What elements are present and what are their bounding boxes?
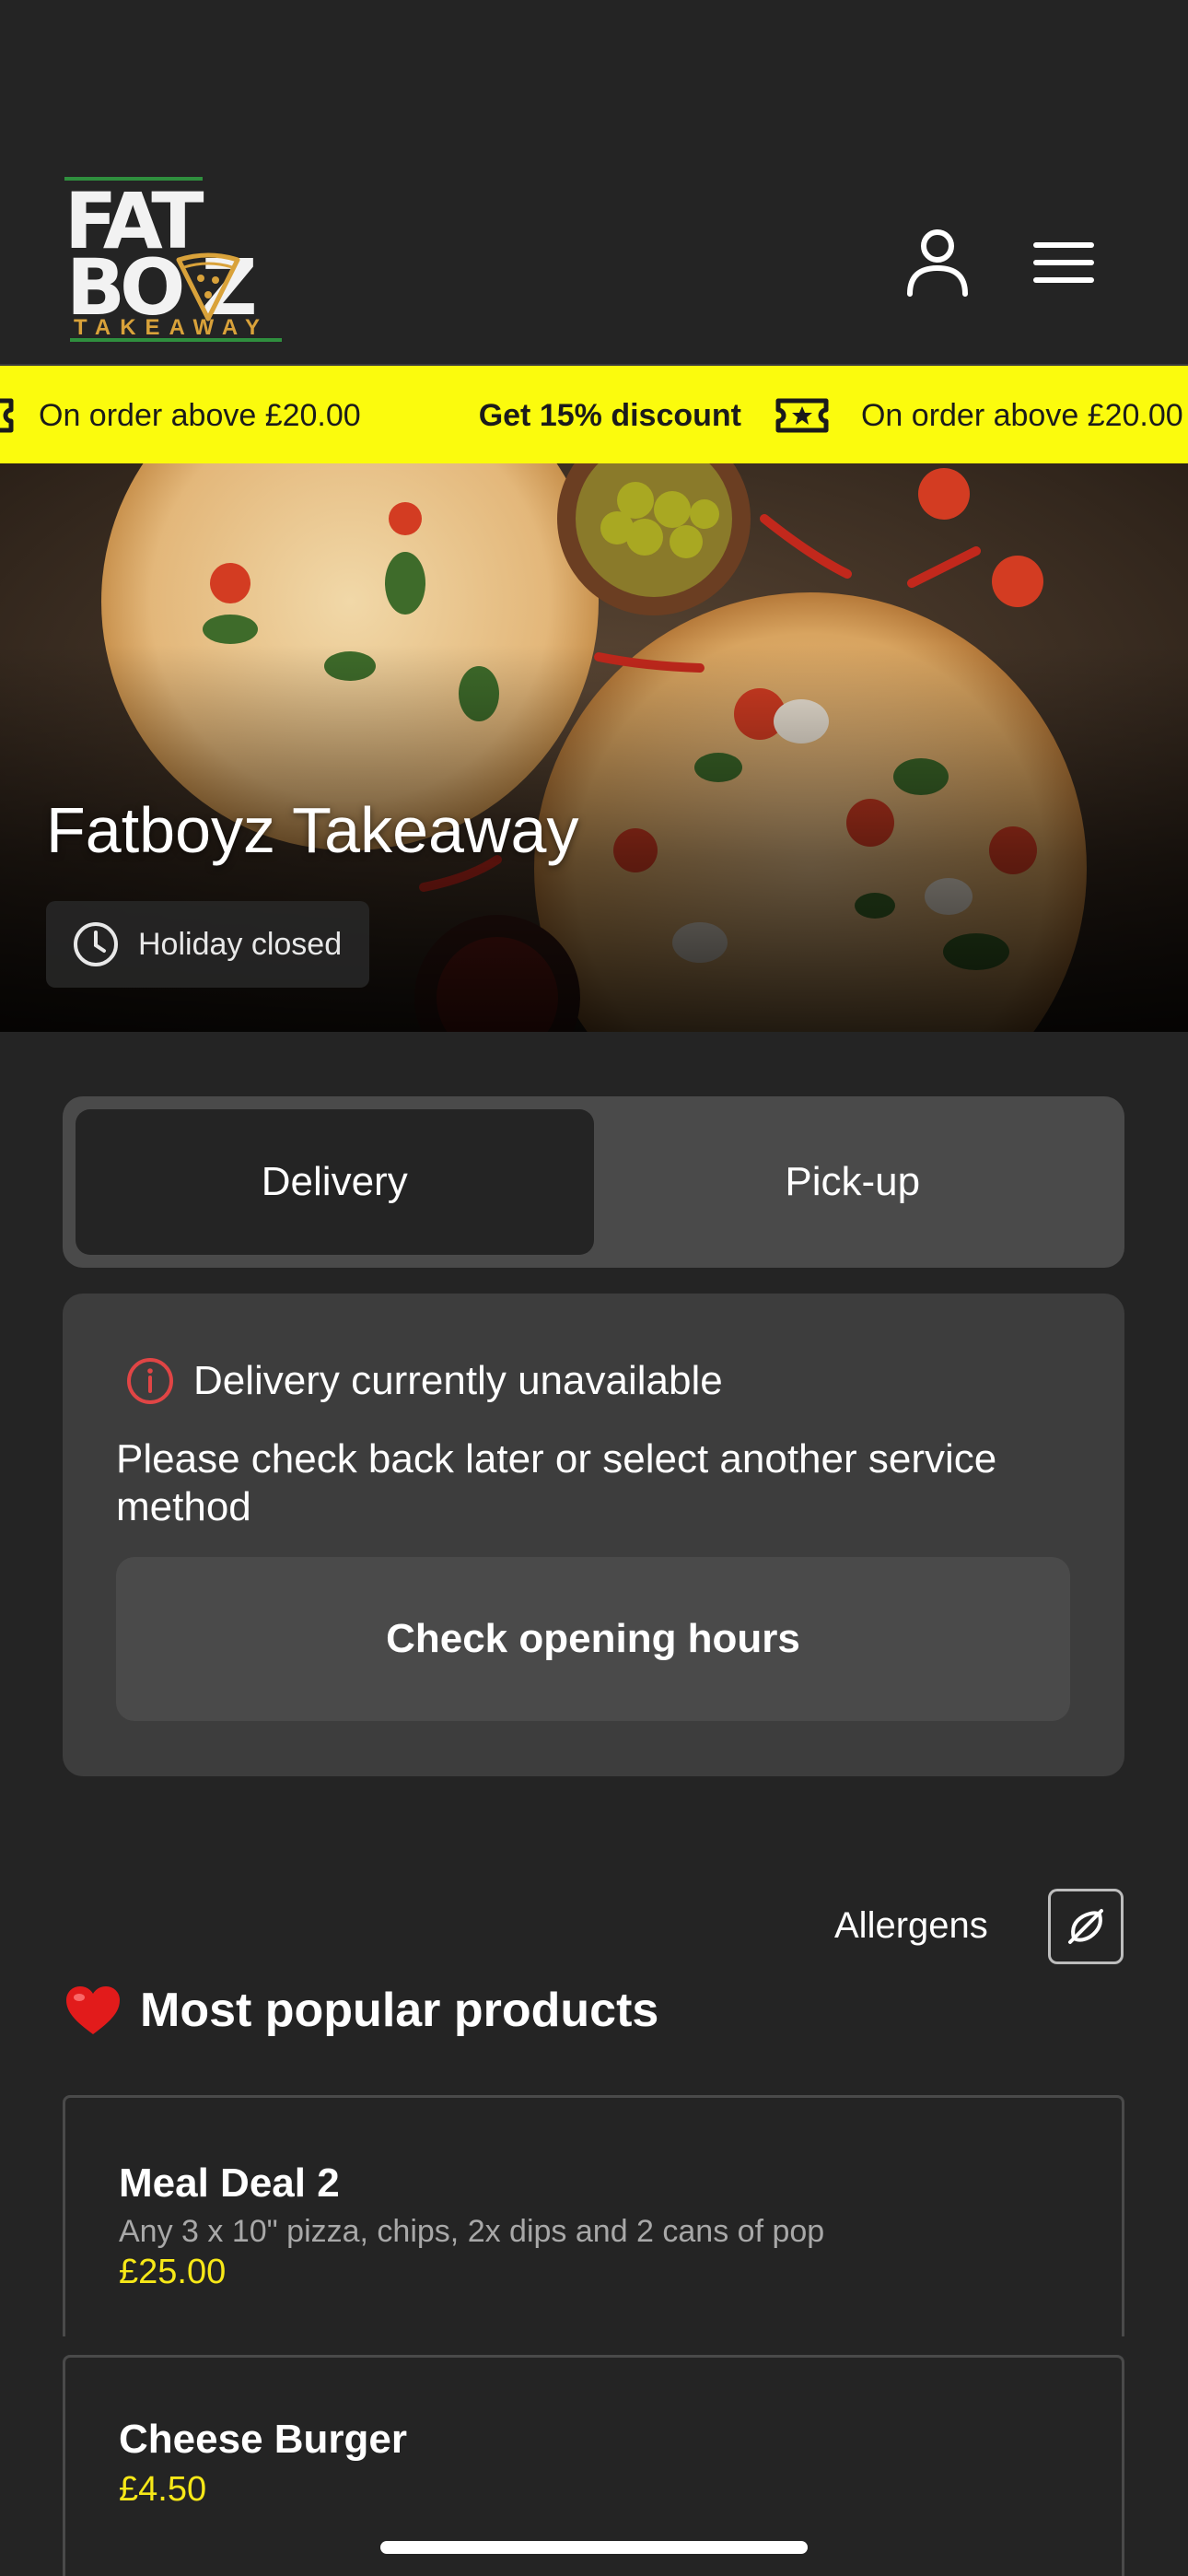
product-price: £4.50 (119, 2470, 207, 2509)
info-alert-icon (127, 1358, 173, 1404)
unavailable-title: Delivery currently unavailable (193, 1358, 723, 1403)
status-text: Holiday closed (138, 926, 343, 962)
home-indicator[interactable] (380, 2541, 808, 2554)
ticket-star-icon (775, 398, 829, 433)
product-description: Any 3 x 10" pizza, chips, 2x dips and 2 … (119, 2214, 825, 2249)
product-card[interactable]: Meal Deal 2 Any 3 x 10" pizza, chips, 2x… (63, 2095, 1124, 2336)
promo-text-repeat: On order above £20.00 (860, 397, 1183, 433)
clock-icon (74, 922, 118, 966)
logo-subtitle: TAKEAWAY (74, 315, 270, 340)
product-name: Meal Deal 2 (119, 2160, 340, 2206)
unavailable-header: Delivery currently unavailable (125, 1356, 723, 1406)
pizza-slice-icon (176, 252, 240, 322)
popular-title-text: Most popular products (140, 1984, 659, 2037)
check-opening-hours-button[interactable]: Check opening hours (116, 1557, 1070, 1721)
product-name: Cheese Burger (119, 2417, 408, 2462)
unavailable-message: Please check back later or select anothe… (116, 1436, 997, 1529)
allergen-filter-icon (1068, 1909, 1103, 1944)
heart-icon (66, 1986, 120, 2034)
delivery-unavailable-card: Delivery currently unavailable Please ch… (63, 1294, 1124, 1776)
logo-bottom-line (70, 338, 282, 342)
status-badge[interactable]: Holiday closed (46, 901, 370, 988)
tab-delivery[interactable]: Delivery (76, 1109, 594, 1255)
allergens-button[interactable] (1048, 1889, 1124, 1964)
service-method-toggle: Delivery Pick-up (63, 1096, 1124, 1268)
section-title-popular: Most popular products (64, 1983, 658, 2038)
hero-banner: Fatboyz Takeaway Holiday closed (0, 463, 1188, 1032)
promo-banner: On order above £20.00 Get 15% discount O… (0, 364, 1188, 463)
account-button[interactable] (896, 221, 979, 304)
allergens-label[interactable]: Allergens (834, 1905, 988, 1947)
app-header: FAT BO Z TAKEAWAY (0, 0, 1188, 364)
promo-discount: Get 15% discount (478, 397, 741, 433)
promo-marquee: On order above £20.00 Get 15% discount O… (0, 366, 1183, 463)
fatboyz-logo[interactable]: FAT BO Z TAKEAWAY (64, 177, 285, 343)
user-icon (907, 229, 968, 297)
tab-pickup[interactable]: Pick-up (594, 1109, 1112, 1255)
product-price: £25.00 (119, 2253, 227, 2291)
hamburger-menu-icon (1033, 242, 1094, 283)
restaurant-name: Fatboyz Takeaway (46, 794, 579, 866)
promo-text: On order above £20.00 (39, 397, 361, 433)
ticket-icon (0, 398, 14, 433)
menu-button[interactable] (1022, 221, 1105, 304)
